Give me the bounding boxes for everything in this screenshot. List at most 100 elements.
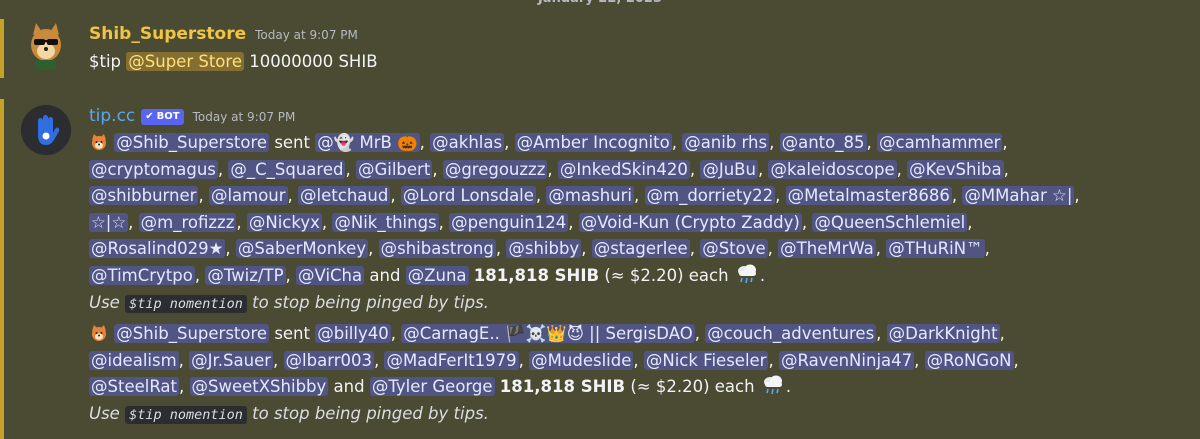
mention-user[interactable]: @KevShiba: [907, 159, 1004, 179]
mention-user[interactable]: @_C_Squared: [228, 159, 346, 179]
shiba-avatar-icon: [31, 23, 61, 70]
mention-user[interactable]: @lbarr003: [283, 350, 374, 370]
mention-user[interactable]: @Nick Fieseler: [643, 350, 769, 370]
mention-user[interactable]: @THuRiN™: [886, 239, 985, 259]
mention-user[interactable]: @RoNGoN: [924, 350, 1014, 370]
mention-user[interactable]: @Nik_things: [332, 212, 439, 232]
mention-user[interactable]: @anib rhs: [682, 133, 770, 152]
tip-amount: 181,818 SHIB: [473, 265, 600, 285]
author-name[interactable]: Shib_Superstore: [89, 24, 246, 44]
mention-user[interactable]: @lamour: [208, 186, 288, 206]
text-line: @idealism, @Jr.Sauer, @lbarr003, @MadFer…: [89, 350, 1019, 370]
sent-text: sent: [274, 324, 310, 343]
mention-user[interactable]: @Stove: [700, 239, 768, 259]
message-content: $tip @Super Store 10000000 SHIB: [89, 48, 378, 75]
nomention-hint: Use $tip nomention to stop being pinged …: [89, 290, 1189, 317]
and-text: and: [369, 265, 401, 285]
mention-user[interactable]: @anto_85: [779, 133, 867, 152]
mention-user[interactable]: @Amber Incognito: [514, 133, 672, 152]
mention-user[interactable]: @shibby: [506, 239, 582, 259]
message-tipcc: tip.cc ✔ BOT Today at 9:07 PM @Shib_Supe…: [0, 99, 1200, 439]
mention-user[interactable]: @Mudeslide: [529, 350, 634, 370]
mention-user[interactable]: @shibastrong: [378, 239, 496, 259]
mention-user[interactable]: @MMahar ☆|: [962, 186, 1075, 206]
text-line: @TimCrytpo, @Twiz/TP, @ViCha and @Zuna 1…: [89, 263, 1189, 290]
mention-user[interactable]: @m_rofizzz: [138, 212, 237, 232]
mention-sender[interactable]: @Shib_Superstore: [114, 133, 270, 152]
mention-user[interactable]: @Void-Kun (Crypto Zaddy): [578, 212, 802, 232]
mention-user[interactable]: ☆|☆: [89, 212, 129, 232]
mention-user[interactable]: @shibburner: [89, 186, 199, 206]
mention-user[interactable]: @m_dorriety22: [644, 186, 776, 206]
mention-user[interactable]: @SaberMonkey: [235, 239, 369, 259]
nomention-hint: Use $tip nomention to stop being pinged …: [89, 401, 1189, 428]
mention-user[interactable]: @SteelRat: [89, 377, 180, 397]
usd-value: (≈ $2.20) each: [604, 265, 729, 285]
and-text: and: [333, 377, 365, 397]
dog-face-icon: [89, 130, 109, 157]
message-header: tip.cc ✔ BOT Today at 9:07 PM: [89, 106, 295, 130]
mention-user[interactable]: @akhlas: [430, 133, 505, 152]
text-line: ☆|☆, @m_rofizzz, @Nickyx, @Nik_things, @…: [89, 212, 973, 232]
mention-user[interactable]: @TheMrWa: [778, 239, 876, 259]
sent-text: sent: [274, 133, 310, 152]
mention-user[interactable]: @cryptomagus: [89, 159, 218, 179]
mention-user[interactable]: @Tyler George: [369, 377, 495, 397]
author-name[interactable]: tip.cc: [89, 106, 135, 126]
mention-user[interactable]: @gregouzzz: [442, 159, 548, 179]
tip-block-1: @Shib_Superstore sent @👻 MrB 🎃, @akhlas,…: [89, 130, 1189, 316]
mention-user[interactable]: @Nickyx: [246, 212, 322, 232]
check-icon: ✔: [145, 111, 154, 122]
hint-use: Use: [89, 292, 120, 312]
mention-user[interactable]: @Twiz/TP: [205, 265, 286, 285]
hint-rest: to stop being pinged by tips.: [252, 292, 489, 312]
mention-user[interactable]: @Metalmaster8686: [785, 186, 952, 206]
mention-user[interactable]: @Rosalind029★: [89, 239, 226, 259]
mention-user[interactable]: @QueenSchlemiel: [812, 212, 968, 232]
mention-user[interactable]: @letchaud: [298, 186, 391, 206]
mention-user[interactable]: @RavenNinja47: [778, 350, 915, 370]
mention-user[interactable]: @camhammer: [877, 133, 1003, 152]
mention-user[interactable]: @👻 MrB 🎃: [315, 133, 420, 152]
mention-user[interactable]: @ViCha: [296, 265, 365, 285]
timestamp: Today at 9:07 PM: [192, 110, 296, 124]
message-header: Shib_Superstore Today at 9:07 PM: [89, 24, 358, 48]
mention-user[interactable]: @idealism: [89, 350, 179, 370]
tip-amount: 10000000 SHIB: [249, 52, 378, 71]
message-shib-superstore: Shib_Superstore Today at 9:07 PM $tip @S…: [0, 19, 1200, 78]
mention-super-store[interactable]: @Super Store: [126, 52, 244, 71]
mention-user[interactable]: @Zuna: [405, 265, 469, 285]
avatar-shib-superstore[interactable]: [21, 21, 71, 71]
avatar-tipcc[interactable]: [21, 105, 71, 155]
mention-sender[interactable]: @Shib_Superstore: [114, 324, 270, 343]
mention-user[interactable]: @JuBu: [700, 159, 758, 179]
dog-face-icon: [89, 321, 109, 348]
text-line: @Rosalind029★, @SaberMonkey, @shibastron…: [89, 239, 990, 259]
mention-user[interactable]: @CarnagE.. 🏴☠️👑😈 || SergisDAO: [401, 324, 695, 343]
mention-user[interactable]: @penguin124: [449, 212, 569, 232]
rain-cloud-icon: [734, 263, 760, 290]
hint-command: $tip nomention: [125, 294, 247, 313]
mention-user[interactable]: @Jr.Sauer: [189, 350, 274, 370]
timestamp: Today at 9:07 PM: [255, 28, 358, 42]
mention-user[interactable]: @mashuri: [546, 186, 634, 206]
tip-block-2: @Shib_Superstore sent @billy40, @CarnagE…: [89, 321, 1189, 427]
text-line: @Shib_Superstore sent @👻 MrB 🎃, @akhlas,…: [89, 130, 1189, 157]
mention-user[interactable]: @SweetXShibby: [189, 377, 329, 397]
mention-user[interactable]: @TimCrytpo: [89, 265, 195, 285]
mention-user[interactable]: @InkedSkin420: [557, 159, 690, 179]
mention-user[interactable]: @Lord Lonsdale: [400, 186, 536, 206]
hand-logo-icon: [21, 105, 71, 155]
mention-user[interactable]: @DarkKnight: [886, 324, 1000, 343]
tip-command: $tip: [89, 52, 122, 71]
text-line: @shibburner, @lamour, @letchaud, @Lord L…: [89, 186, 1080, 206]
mention-user[interactable]: @Gilbert: [355, 159, 433, 179]
tip-amount: 181,818 SHIB: [499, 377, 626, 397]
mention-user[interactable]: @stagerlee: [591, 239, 690, 259]
mention-user[interactable]: @billy40: [315, 324, 391, 343]
mention-user[interactable]: @MadFerIt1979: [384, 350, 519, 370]
rain-cloud-icon: [760, 374, 786, 401]
mention-user[interactable]: @couch_adventures: [705, 324, 877, 343]
hint-command: $tip nomention: [125, 405, 247, 424]
mention-user[interactable]: @kaleidoscope: [768, 159, 897, 179]
